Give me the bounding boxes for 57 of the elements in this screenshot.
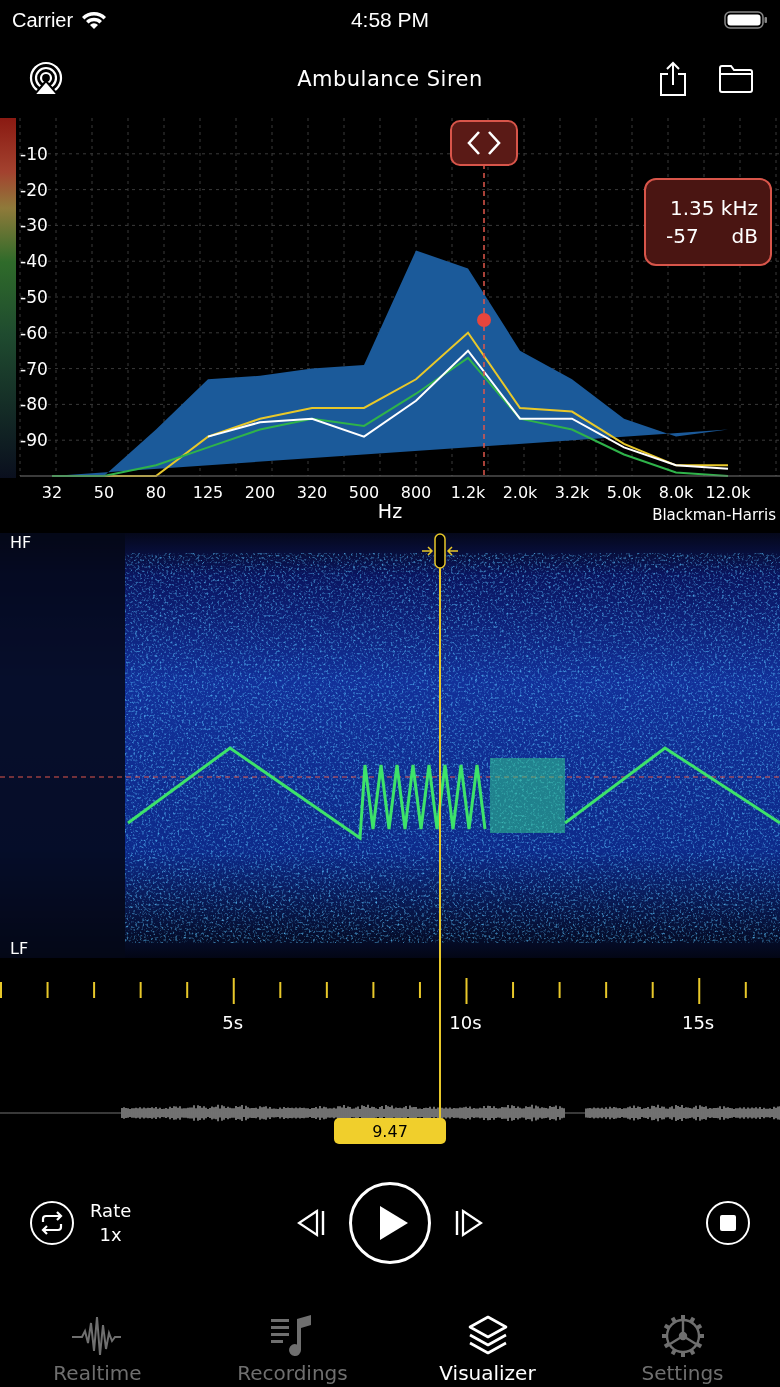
y-axis-tick: -20	[20, 179, 48, 200]
stop-icon	[720, 1215, 736, 1231]
x-axis-tick: 500	[348, 483, 380, 502]
loop-button[interactable]	[30, 1201, 74, 1245]
y-axis-tick: -40	[20, 251, 48, 272]
x-axis-tick: 125	[192, 483, 224, 502]
y-axis-tick: -80	[20, 394, 48, 415]
play-button[interactable]	[349, 1182, 431, 1264]
y-axis-tick: -10	[20, 143, 48, 164]
time-label: 10s	[449, 1012, 482, 1033]
y-axis-tick: -90	[20, 430, 48, 451]
x-axis-tick: 5.0k	[606, 483, 642, 502]
x-axis-tick: 800	[400, 483, 432, 502]
rate-label: Rate	[90, 1199, 132, 1223]
x-axis-tick: 200	[244, 483, 276, 502]
y-axis-tick: -30	[20, 215, 48, 236]
x-axis-tick: 1.2k	[450, 483, 486, 502]
x-axis-tick: 12.0k	[705, 483, 751, 502]
y-axis-tick: -50	[20, 287, 48, 307]
battery-icon	[724, 10, 768, 30]
playhead-handle[interactable]	[420, 533, 460, 569]
time-label: 15s	[681, 1012, 715, 1033]
repeat-icon	[39, 1210, 65, 1236]
y-axis-tick: -70	[20, 358, 48, 379]
x-axis-tick: 2.0k	[502, 483, 538, 502]
high-frequency-label: HF	[10, 533, 32, 552]
y-axis-tick: -60	[20, 322, 48, 343]
window-function-label: Blackman-Harris	[652, 506, 776, 526]
playhead-time: 9.47	[334, 1118, 446, 1144]
skip-back-button[interactable]	[295, 1208, 327, 1238]
tab-item[interactable]: Recordings	[195, 1313, 390, 1385]
tab-item[interactable]: Visualizer	[390, 1313, 585, 1385]
x-axis-tick: 3.2k	[554, 483, 590, 502]
tab-item[interactable]: Realtime	[0, 1313, 195, 1385]
frequency-reading: 1.35 kHz	[669, 196, 758, 220]
x-axis-tick: 320	[296, 483, 328, 502]
broadcast-button[interactable]	[28, 61, 64, 97]
low-frequency-label: LF	[10, 939, 29, 958]
stop-button[interactable]	[706, 1201, 750, 1245]
recording-title: Ambulance Siren	[297, 67, 483, 91]
x-axis-tick: 80	[145, 483, 167, 502]
frequency-marker-handle[interactable]	[450, 120, 518, 166]
carrier-label: Carrier	[12, 8, 74, 32]
tab-item[interactable]: Settings	[585, 1313, 780, 1385]
wifi-icon	[81, 10, 108, 30]
status-time: 4:58 PM	[350, 8, 430, 32]
x-axis-label: Hz	[377, 500, 403, 522]
rate-value: 1x	[99, 1223, 122, 1247]
x-axis-tick: 32	[41, 483, 63, 502]
level-reading: -57	[666, 224, 699, 248]
time-label: 5s	[222, 1012, 244, 1033]
skip-forward-button[interactable]	[453, 1208, 485, 1238]
share-button[interactable]	[658, 61, 688, 97]
x-axis-tick: 50	[93, 483, 115, 502]
level-unit: dB	[731, 224, 758, 248]
folder-button[interactable]	[718, 64, 754, 94]
x-axis-tick: 8.0k	[658, 483, 694, 502]
